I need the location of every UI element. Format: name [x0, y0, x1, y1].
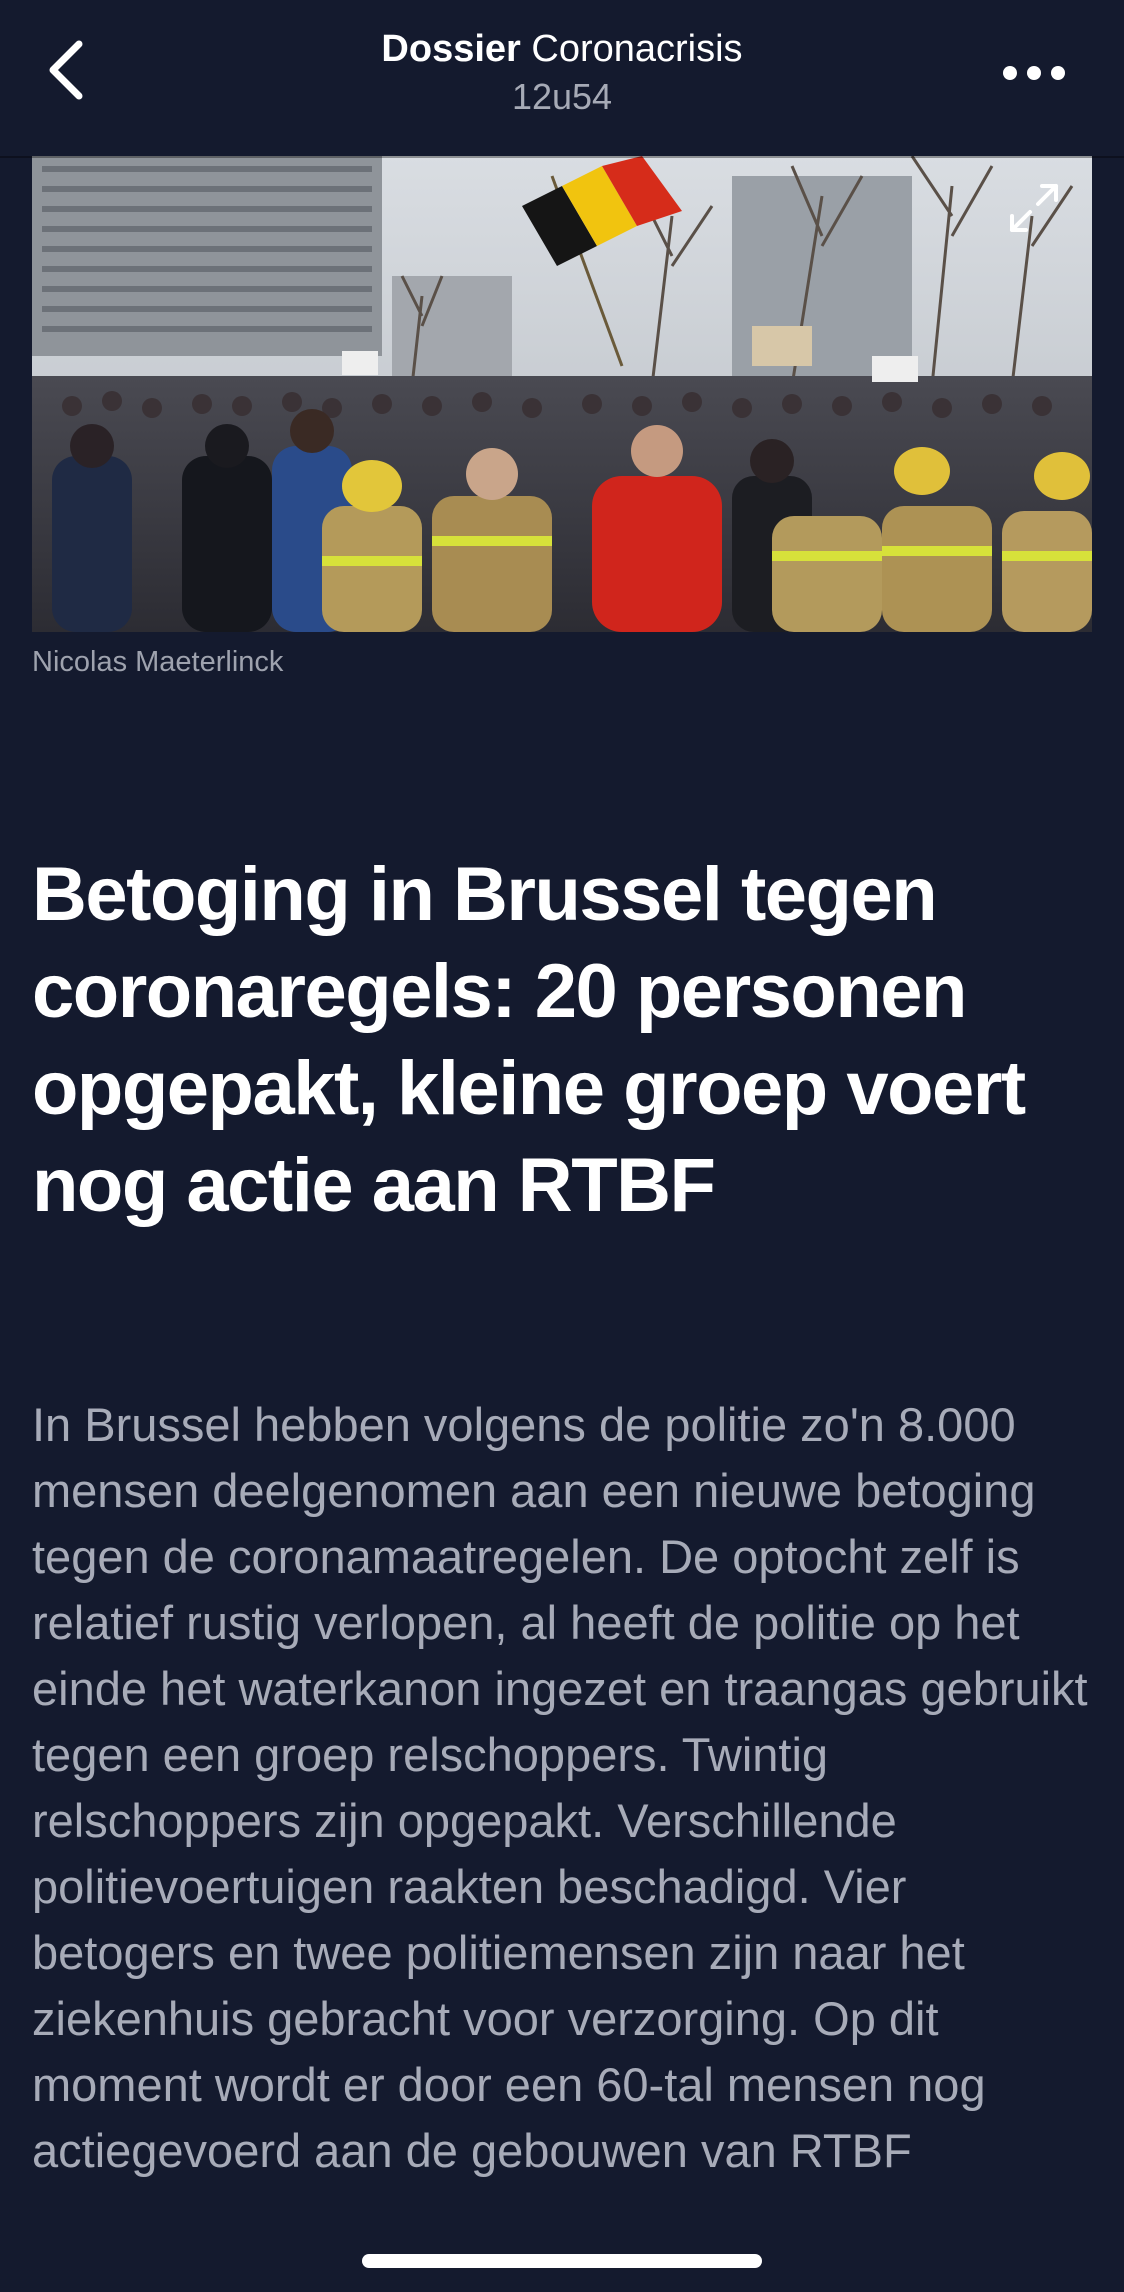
expand-icon — [1010, 184, 1058, 232]
expand-image-button[interactable] — [1004, 178, 1064, 238]
dossier-label: Dossier — [381, 28, 521, 70]
article-photo[interactable] — [32, 156, 1092, 632]
more-dot — [1027, 66, 1041, 80]
more-dot — [1051, 66, 1065, 80]
protest-crowd-image — [32, 156, 1092, 632]
back-button[interactable] — [30, 30, 100, 110]
more-dots-icon — [1003, 66, 1017, 80]
chevron-left-icon — [49, 40, 83, 100]
publish-time: 12u54 — [511, 76, 613, 117]
top-navigation-bar: Dossier Coronacrisis 12u54 — [0, 0, 1124, 156]
dossier-name: Coronacrisis — [531, 28, 743, 70]
article-headline: Betoging in Brussel tegen coronaregels: … — [32, 852, 1026, 1228]
header-title-block: Dossier Coronacrisis 12u54 — [262, 24, 862, 120]
home-indicator[interactable] — [362, 2254, 762, 2268]
photo-credit: Nicolas Maeterlinck — [32, 646, 284, 678]
dossier-title[interactable]: Dossier Coronacrisis — [262, 24, 862, 74]
more-options-button[interactable] — [994, 40, 1074, 106]
article-lead: In Brussel hebben volgens de politie zo'… — [32, 1398, 1088, 2177]
